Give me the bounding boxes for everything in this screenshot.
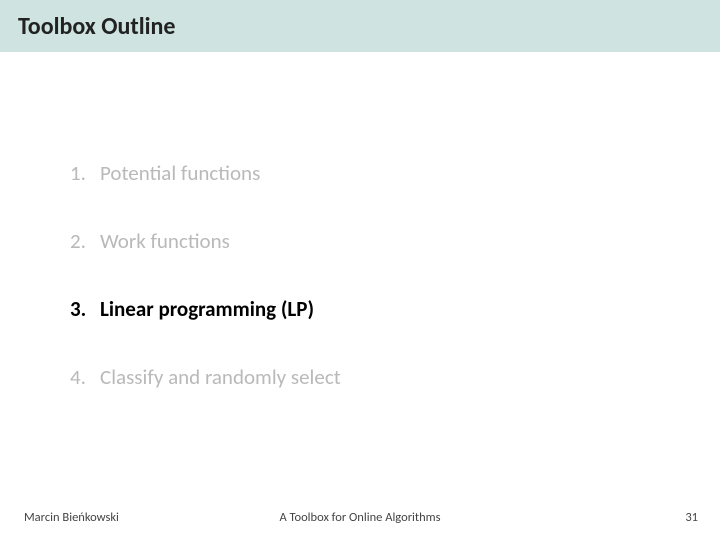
footer-subtitle: A Toolbox for Online Algorithms: [0, 510, 720, 525]
outline-item-1: 1. Potential functions: [70, 160, 650, 186]
outline-item-2: 2. Work functions: [70, 228, 650, 254]
outline-label: Linear programming (LP): [100, 296, 314, 322]
outline-item-3: 3. Linear programming (LP): [70, 296, 650, 322]
outline-number: 4.: [70, 364, 100, 390]
outline-label: Classify and randomly select: [100, 364, 341, 390]
outline-number: 3.: [70, 296, 100, 322]
slide: Toolbox Outline 1. Potential functions 2…: [0, 0, 720, 540]
outline-label: Work functions: [100, 228, 230, 254]
footer-page-number: 31: [685, 510, 698, 525]
outline-label: Potential functions: [100, 160, 260, 186]
title-bar: Toolbox Outline: [0, 0, 720, 52]
slide-title: Toolbox Outline: [18, 12, 175, 41]
outline-number: 2.: [70, 228, 100, 254]
footer: Marcin Bieńkowski A Toolbox for Online A…: [0, 510, 720, 530]
outline-item-4: 4. Classify and randomly select: [70, 364, 650, 390]
outline-number: 1.: [70, 160, 100, 186]
outline-list: 1. Potential functions 2. Work functions…: [70, 160, 650, 432]
